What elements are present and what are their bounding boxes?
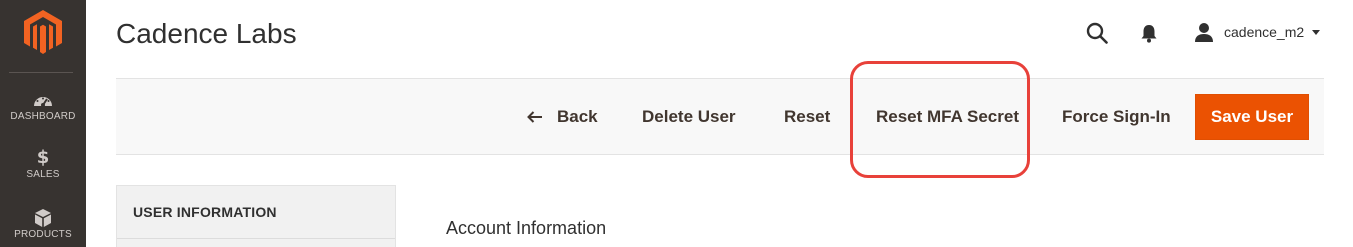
menu-item-sales-label: SALES: [26, 169, 60, 180]
reset-button[interactable]: Reset: [784, 79, 830, 154]
back-button-label: Back: [557, 106, 598, 126]
user-account-menu[interactable]: cadence_m2: [1194, 20, 1321, 44]
tab-divider: [117, 238, 395, 239]
menu-item-sales[interactable]: $ SALES: [0, 147, 86, 181]
account-information-heading: Account Information: [446, 218, 607, 238]
tab-user-information[interactable]: USER INFORMATION: [133, 204, 277, 220]
menu-item-dashboard-label: DASHBOARD: [10, 111, 76, 122]
magento-logo[interactable]: [24, 10, 62, 54]
dollar-icon: $: [36, 147, 50, 168]
delete-user-button[interactable]: Delete User: [642, 79, 736, 154]
user-tabs-panel: USER INFORMATION: [116, 185, 396, 247]
dashboard-gauge-icon: [34, 97, 52, 107]
cube-icon: [35, 209, 51, 227]
chevron-down-icon: [1312, 29, 1321, 35]
menu-item-dashboard[interactable]: DASHBOARD: [0, 90, 86, 122]
reset-mfa-secret-button[interactable]: Reset MFA Secret: [876, 79, 1019, 154]
admin-menu: DASHBOARD $ SALES PRODUCTS: [0, 0, 86, 247]
search-icon[interactable]: [1086, 22, 1108, 44]
force-sign-in-button[interactable]: Force Sign-In: [1062, 79, 1171, 154]
bell-icon[interactable]: [1140, 23, 1158, 43]
back-button[interactable]: Back: [527, 79, 598, 154]
page-title: Cadence Labs: [116, 18, 297, 49]
user-icon: [1195, 23, 1213, 42]
page-actions-toolbar: Back Delete User Reset Reset MFA Secret …: [116, 78, 1324, 155]
arrow-left-icon: [527, 110, 542, 123]
save-user-button[interactable]: Save User: [1195, 94, 1309, 140]
menu-item-products-label: PRODUCTS: [14, 229, 72, 240]
menu-item-products[interactable]: PRODUCTS: [0, 208, 86, 240]
menu-divider: [9, 72, 73, 73]
user-name: cadence_m2: [1224, 24, 1305, 40]
